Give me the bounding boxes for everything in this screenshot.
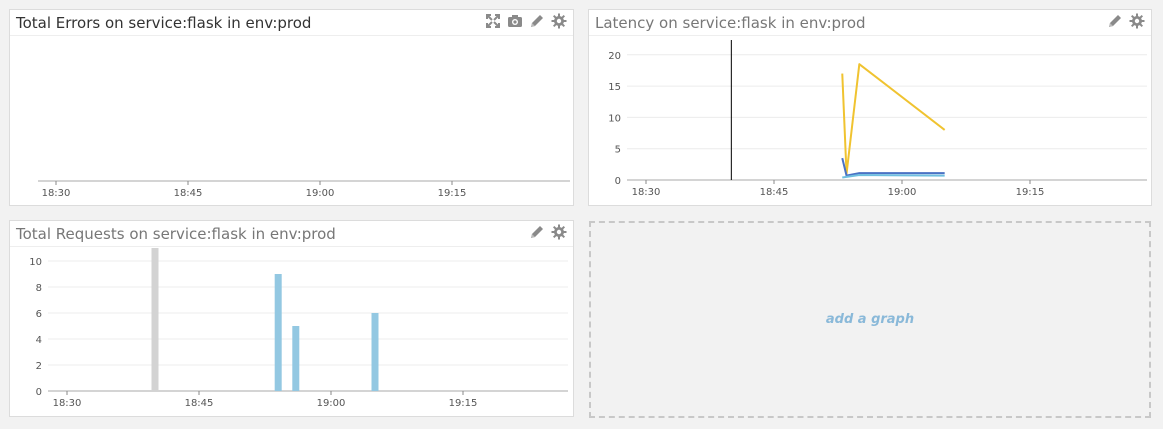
requests-bar bbox=[151, 248, 159, 391]
requests-y-tick-label: 6 bbox=[36, 309, 42, 320]
requests-x-tick-label: 18:45 bbox=[185, 398, 214, 409]
latency-y-tick-label: 5 bbox=[615, 145, 621, 156]
requests-x-tick-label: 18:30 bbox=[53, 398, 82, 409]
requests-bar bbox=[292, 326, 300, 391]
requests-x-tick-label: 19:15 bbox=[449, 398, 478, 409]
latency-series-line bbox=[841, 63, 946, 175]
latency-series-line bbox=[842, 173, 945, 179]
latency-series-line bbox=[841, 157, 945, 177]
errors-x-tick-label: 19:00 bbox=[306, 188, 335, 199]
latency-x-tick-label: 19:15 bbox=[1016, 187, 1045, 198]
latency-y-tick-label: 15 bbox=[608, 82, 621, 93]
requests-bar bbox=[274, 274, 282, 391]
latency-y-tick-label: 0 bbox=[615, 176, 621, 187]
errors-x-tick-label: 18:45 bbox=[174, 188, 203, 199]
requests-chart: 0 2 4 6 8 10 18:30 18:45 19:00 19:15 bbox=[29, 248, 568, 409]
requests-y-tick-label: 10 bbox=[29, 257, 42, 268]
errors-x-tick-label: 18:30 bbox=[42, 188, 71, 199]
errors-x-tick-label: 19:15 bbox=[438, 188, 467, 199]
requests-bar bbox=[371, 313, 379, 391]
latency-y-tick-label: 10 bbox=[608, 113, 621, 124]
latency-chart: 0 5 10 15 20 18:30 18:45 19:00 19:15 bbox=[608, 40, 1147, 198]
requests-x-tick-label: 19:00 bbox=[317, 398, 346, 409]
add-graph-label[interactable]: add a graph bbox=[826, 312, 914, 327]
requests-panel: Total Requests on service:flask in env:p… bbox=[9, 220, 574, 417]
errors-chart: 18:30 18:45 19:00 19:15 bbox=[38, 180, 570, 199]
requests-y-tick-label: 2 bbox=[36, 361, 42, 372]
latency-x-tick-label: 18:45 bbox=[760, 187, 789, 198]
latency-panel: Latency on service:flask in env:prod 051… bbox=[588, 9, 1152, 206]
requests-y-tick-label: 4 bbox=[36, 335, 42, 346]
requests-y-tick-label: 8 bbox=[36, 283, 42, 294]
requests-y-tick-label: 0 bbox=[36, 387, 42, 398]
add-graph-placeholder[interactable]: add a graph bbox=[589, 221, 1151, 418]
latency-y-tick-label: 20 bbox=[608, 51, 621, 62]
latency-x-tick-label: 18:30 bbox=[632, 187, 661, 198]
latency-x-tick-label: 19:00 bbox=[888, 187, 917, 198]
errors-panel: Total Errors on service:flask in env:pro… bbox=[9, 9, 574, 206]
